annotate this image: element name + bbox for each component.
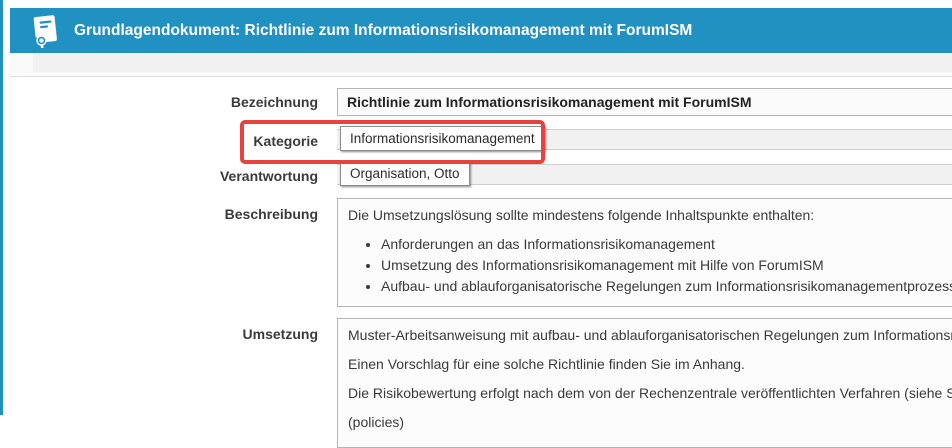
field-row-umsetzung: Umsetzung Muster-Arbeitsanweisung mit au… xyxy=(0,318,952,448)
bullet-item: Anforderungen an das Informationsrisikom… xyxy=(381,236,952,252)
field-row-beschreibung: Beschreibung Die Umsetzungslösung sollte… xyxy=(0,198,952,307)
beschreibung-field[interactable]: Die Umsetzungslösung sollte mindestens f… xyxy=(337,198,952,307)
field-row-verantwortung: Verantwortung Organisation, Otto xyxy=(0,161,952,186)
kategorie-label: Kategorie xyxy=(0,126,318,149)
umsetzung-paragraph: Muster-Arbeitsanweisung mit aufbau- und … xyxy=(348,327,952,343)
umsetzung-paragraph: Einen Vorschlag für eine solche Richtlin… xyxy=(348,356,952,372)
beschreibung-bullet-list: Anforderungen an das Informationsrisikom… xyxy=(348,236,952,294)
verantwortung-tag-button[interactable]: Organisation, Otto xyxy=(340,161,470,186)
verantwortung-label: Verantwortung xyxy=(0,161,318,184)
beschreibung-label: Beschreibung xyxy=(0,198,318,222)
beschreibung-intro: Die Umsetzungslösung sollte mindestens f… xyxy=(348,207,952,223)
umsetzung-label: Umsetzung xyxy=(0,318,318,342)
bezeichnung-field[interactable]: Richtlinie zum Informationsrisikomanagem… xyxy=(337,88,952,116)
bullet-item: Umsetzung des Informationsrisikomanageme… xyxy=(381,257,952,273)
kategorie-tag-button[interactable]: Informationsrisikomanagement xyxy=(340,126,545,151)
field-row-kategorie: Kategorie Informationsrisikomanagement xyxy=(0,126,952,151)
umsetzung-field[interactable]: Muster-Arbeitsanweisung mit aufbau- und … xyxy=(337,318,952,448)
form-content: Bezeichnung Richtlinie zum Informationsr… xyxy=(0,0,952,415)
field-row-bezeichnung: Bezeichnung Richtlinie zum Informationsr… xyxy=(0,88,952,116)
bezeichnung-label: Bezeichnung xyxy=(0,88,318,110)
umsetzung-paragraph: Die Risikobewertung erfolgt nach dem von… xyxy=(348,385,952,430)
bullet-item: Aufbau- und ablauforganisatorische Regel… xyxy=(381,278,952,294)
